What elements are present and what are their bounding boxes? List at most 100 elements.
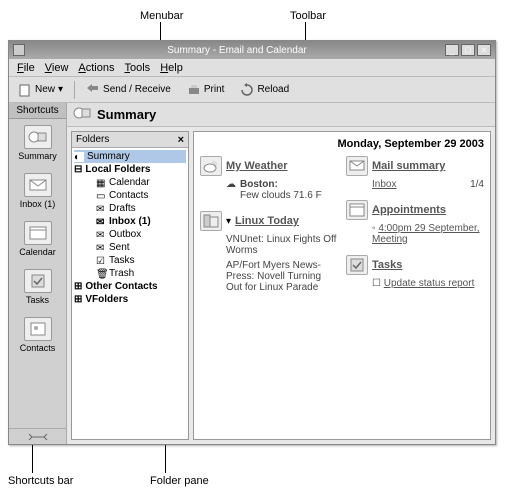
weather-desc: Few clouds 71.6 F	[226, 190, 338, 201]
minimize-button[interactable]: _	[445, 44, 459, 56]
shortcut-inbox[interactable]: Inbox (1)	[9, 167, 66, 215]
bullet-icon: ◦	[372, 223, 376, 234]
shortcut-label: Tasks	[26, 295, 49, 305]
maximize-button[interactable]: □	[461, 44, 475, 56]
contacts-icon: ▭	[96, 191, 106, 201]
tasks-icon: ☑	[96, 256, 106, 266]
weather-location: Boston	[240, 179, 274, 190]
reload-label: Reload	[257, 84, 289, 95]
shortcut-calendar[interactable]: Calendar	[9, 215, 66, 263]
tree-contacts[interactable]: ▭Contacts	[74, 189, 186, 202]
app-icon	[13, 44, 25, 56]
tree-summary[interactable]: ◐Summary	[74, 150, 186, 163]
summary-title: Summary	[97, 107, 156, 122]
tree-local-folders[interactable]: ⊟Local Folders	[74, 163, 186, 176]
dropdown-icon: ▾	[58, 84, 63, 95]
summary-icon	[24, 125, 52, 149]
checkbox-icon[interactable]: ☐	[372, 278, 381, 289]
callout-folderpane: Folder pane	[150, 475, 209, 487]
shortcut-label: Inbox (1)	[20, 199, 56, 209]
titlebar: Summary - Email and Calendar _ □ ×	[9, 41, 495, 59]
shortcut-summary[interactable]: Summary	[9, 119, 66, 167]
folder-pane-close[interactable]: ×	[178, 134, 184, 146]
news-item[interactable]: VNUnet: Linux Fights Off Worms	[226, 234, 338, 256]
left-column: My Weather ☁ Boston: Few clouds 71.6 F	[200, 156, 338, 433]
folder-pane-header: Folders ×	[72, 132, 188, 148]
appointment-item[interactable]: 4:00pm 29 September, Meeting	[372, 223, 480, 245]
shortcuts-header: Shortcuts	[9, 103, 66, 119]
tree-inbox[interactable]: ✉Inbox (1)	[74, 215, 186, 228]
mail-inbox-count: 1/4	[470, 179, 484, 190]
outbox-icon: ✉	[96, 230, 106, 240]
menu-help[interactable]: Help	[156, 61, 187, 75]
print-label: Print	[204, 84, 225, 95]
new-icon	[18, 83, 32, 97]
task-item[interactable]: Update status report	[384, 278, 475, 289]
mail-title[interactable]: Mail summary	[372, 160, 445, 172]
tasks-title[interactable]: Tasks	[372, 259, 402, 271]
news-title[interactable]: Linux Today	[235, 215, 299, 227]
menu-actions[interactable]: Actions	[74, 61, 118, 75]
appointments-icon	[346, 200, 368, 220]
menu-file[interactable]: File	[13, 61, 39, 75]
reload-button[interactable]: Reload	[235, 80, 294, 100]
tree-vfolders[interactable]: ⊞VFolders	[74, 293, 186, 306]
send-receive-icon	[86, 83, 100, 97]
print-button[interactable]: Print	[182, 80, 230, 100]
shortcut-label: Contacts	[20, 343, 56, 353]
weather-section: My Weather ☁ Boston: Few clouds 71.6 F	[200, 156, 338, 201]
close-button[interactable]: ×	[477, 44, 491, 56]
appointments-title[interactable]: Appointments	[372, 204, 446, 216]
app-window: Summary - Email and Calendar _ □ × File …	[8, 40, 496, 445]
menubar: File View Actions Tools Help	[9, 59, 495, 77]
shortcut-tasks[interactable]: Tasks	[9, 263, 66, 311]
tasks-section: Tasks ☐ Update status report	[346, 255, 484, 289]
send-receive-label: Send / Receive	[103, 84, 171, 95]
news-section: ▾ Linux Today VNUnet: Linux Fights Off W…	[200, 211, 338, 293]
print-icon	[187, 83, 201, 97]
shortcut-label: Summary	[18, 151, 57, 161]
send-receive-button[interactable]: Send / Receive	[81, 80, 176, 100]
tree-tasks[interactable]: ☑Tasks	[74, 254, 186, 267]
weather-title[interactable]: My Weather	[226, 160, 288, 172]
appointments-section: Appointments ◦ 4:00pm 29 September, Meet…	[346, 200, 484, 245]
folder-tree: ◐Summary ⊟Local Folders ▦Calendar ▭Conta…	[72, 148, 188, 439]
toolbar: New ▾ Send / Receive Print Reload	[9, 77, 495, 103]
callout-line	[32, 445, 33, 473]
callout-menubar: Menubar	[140, 10, 183, 22]
callout-toolbar: Toolbar	[290, 10, 326, 22]
reload-icon	[240, 83, 254, 97]
mail-icon	[346, 156, 368, 176]
calendar-icon: ▦	[96, 178, 106, 188]
shortcut-label: Calendar	[19, 247, 56, 257]
callout-shortcuts: Shortcuts bar	[8, 475, 73, 487]
shortcuts-bar: Shortcuts Summary Inbox (1) Calendar Tas…	[9, 103, 67, 444]
tree-calendar[interactable]: ▦Calendar	[74, 176, 186, 189]
news-item[interactable]: AP/Fort Myers News-Press: Novell Turning…	[226, 260, 338, 293]
expand-icon: ⊟	[74, 164, 82, 175]
summary-icon: ◐	[74, 152, 84, 162]
summary-content: Monday, September 29 2003 My Weather	[193, 131, 491, 440]
menu-view[interactable]: View	[41, 61, 73, 75]
tasks-icon	[24, 269, 52, 293]
inbox-icon	[24, 173, 52, 197]
tree-trash[interactable]: 🗑Trash	[74, 267, 186, 280]
new-button[interactable]: New ▾	[13, 80, 68, 100]
window-title: Summary - Email and Calendar	[29, 45, 445, 56]
summary-icon	[73, 105, 91, 124]
separator	[74, 81, 75, 99]
tree-other-contacts[interactable]: ⊞Other Contacts	[74, 280, 186, 293]
folder-pane-title: Folders	[76, 134, 109, 145]
drafts-icon: ✉	[96, 204, 106, 214]
shortcuts-toggle[interactable]	[9, 428, 66, 444]
summary-date: Monday, September 29 2003	[200, 138, 484, 150]
mail-inbox-link[interactable]: Inbox	[372, 179, 470, 190]
main-area: Summary Folders × ◐Summary ⊟Local Folder…	[67, 103, 495, 444]
tree-sent[interactable]: ✉Sent	[74, 241, 186, 254]
expand-icon: ⊞	[74, 281, 82, 292]
dropdown-icon[interactable]: ▾	[226, 216, 231, 227]
shortcut-contacts[interactable]: Contacts	[9, 311, 66, 359]
tree-drafts[interactable]: ✉Drafts	[74, 202, 186, 215]
menu-tools[interactable]: Tools	[121, 61, 155, 75]
tree-outbox[interactable]: ✉Outbox	[74, 228, 186, 241]
